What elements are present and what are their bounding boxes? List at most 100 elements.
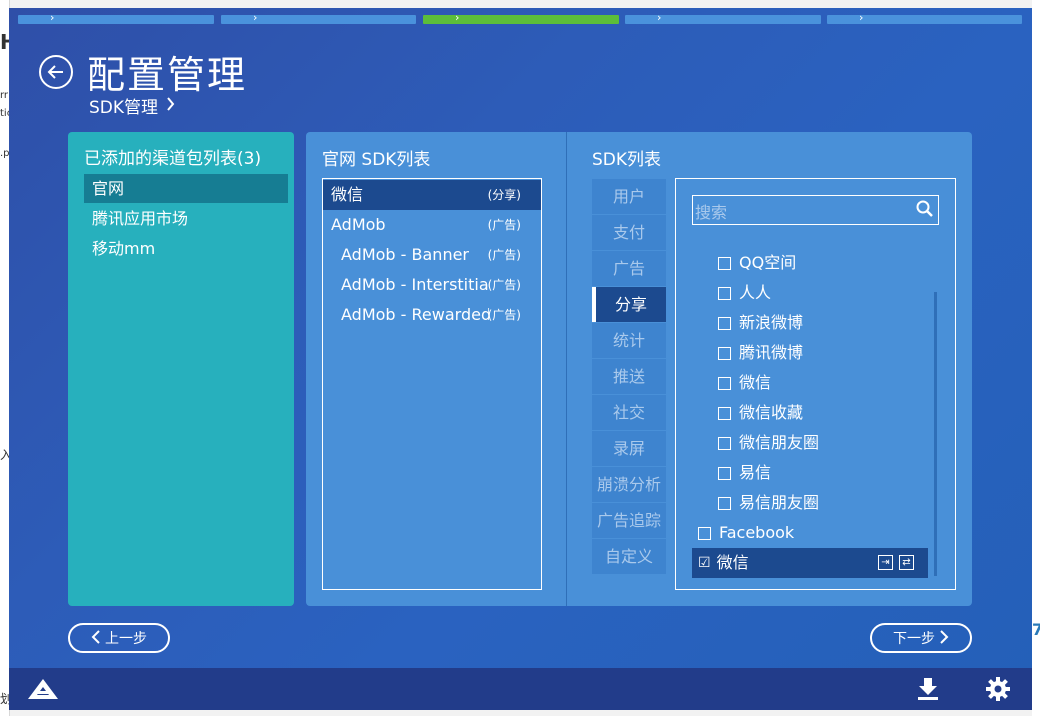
channel-item[interactable]: 移动mm: [84, 234, 288, 263]
search-icon[interactable]: [916, 200, 934, 222]
app-logo-icon: [27, 678, 59, 704]
sdk-checkbox-label: Facebook: [719, 523, 795, 542]
sdk-checkbox-item[interactable]: 腾讯微博: [718, 338, 803, 368]
checkbox-icon[interactable]: [718, 286, 731, 300]
sdk-checkbox-label: 腾讯微博: [739, 343, 804, 362]
sdk-checkbox-item[interactable]: ☑ 微信 ⇥ ⇄: [692, 548, 928, 578]
sdk-category-tabs: 用户 支付 广告 分享 统计 推送 社交 录屏 崩溃分析 广告追踪 自定义: [592, 179, 666, 575]
background-fragment: rr: [0, 90, 9, 101]
swap-icon[interactable]: ⇄: [899, 555, 914, 570]
checkbox-icon[interactable]: [718, 406, 731, 420]
sdk-checkbox-item[interactable]: 易信朋友圈: [718, 488, 819, 518]
chevron-right-icon: [939, 628, 949, 649]
breadcrumb[interactable]: SDK管理: [89, 93, 175, 118]
background-fragment: 7: [1032, 620, 1040, 639]
progress-step-4: ›: [625, 11, 821, 24]
move-in-icon[interactable]: ⇥: [878, 555, 893, 570]
tab-category[interactable]: 支付: [592, 215, 666, 250]
sdk-item-name: 微信: [331, 185, 364, 204]
checkbox-icon[interactable]: [718, 376, 731, 390]
sdk-item[interactable]: AdMob - Banner (广告): [323, 240, 541, 270]
tab-category[interactable]: 广告: [592, 251, 666, 286]
sdk-panel: 官网 SDK列表 微信 (分享) AdMob (广告) AdMob - Bann…: [306, 132, 972, 606]
sdk-checkbox-label: 微信收藏: [739, 403, 804, 422]
sdk-item-name: AdMob - Banner: [341, 245, 469, 264]
back-arrow-icon[interactable]: [39, 54, 73, 89]
sdk-checkbox-item[interactable]: QQ空间: [718, 248, 796, 278]
sdk-item-tag: (广告): [487, 278, 521, 292]
sdk-item-tag: (广告): [487, 248, 521, 262]
sdk-item[interactable]: AdMob (广告): [323, 210, 541, 240]
chevron-right-icon: ›: [859, 11, 864, 24]
channel-list-title: 已添加的渠道包列表(3): [84, 149, 262, 169]
footer-bar: [9, 668, 1032, 710]
tab-category[interactable]: 统计: [592, 323, 666, 358]
sdk-checkbox-label: QQ空间: [739, 253, 797, 272]
sdk-list-title: SDK列表: [592, 150, 662, 170]
sdk-item[interactable]: AdMob - Interstitial (广告): [323, 270, 541, 300]
sdk-item-tag: (广告): [487, 308, 521, 322]
chevron-left-icon: [91, 628, 101, 649]
sdk-checkbox-item[interactable]: 新浪微博: [718, 308, 803, 338]
progress-step-1: ›: [18, 11, 214, 24]
step-progress-bar: › › › › ›: [18, 11, 1022, 24]
sdk-checkbox-label: 人人: [739, 283, 772, 302]
channel-item[interactable]: 腾讯应用市场: [84, 204, 288, 233]
channel-sdk-list: 微信 (分享) AdMob (广告) AdMob - Banner (广告) A…: [322, 178, 542, 590]
checkbox-icon[interactable]: [698, 526, 711, 540]
tab-category[interactable]: 用户: [592, 179, 666, 214]
tab-category[interactable]: 广告追踪: [592, 503, 666, 538]
sdk-checkbox-label: 微信朋友圈: [739, 433, 820, 452]
search-input[interactable]: 搜索: [692, 195, 939, 225]
breadcrumb-label: SDK管理: [89, 98, 159, 118]
gear-icon[interactable]: [985, 676, 1011, 706]
sdk-item[interactable]: 微信 (分享): [323, 180, 541, 210]
sdk-checkbox-item[interactable]: 微信收藏: [718, 398, 803, 428]
channel-list-panel: 已添加的渠道包列表(3) 官网 腾讯应用市场 移动mm: [68, 132, 294, 606]
sdk-checklist: 搜索 QQ空间 人人 新浪微博 腾讯微博 微信 微信收藏 微信朋友圈 易信 易信…: [675, 178, 956, 590]
sdk-item-name: AdMob - Rewarded: [341, 305, 489, 324]
sdk-checkbox-item[interactable]: 易信: [718, 458, 771, 488]
sdk-checkbox-item[interactable]: Facebook: [698, 518, 794, 548]
sdk-item-tag: (分享): [487, 188, 521, 202]
chevron-right-icon: ›: [253, 11, 258, 24]
checkbox-icon[interactable]: [718, 316, 731, 330]
background-window-edge-right: 7: [1032, 0, 1040, 716]
sdk-checkbox-label: 微信: [739, 373, 772, 392]
checkbox-icon[interactable]: [718, 496, 731, 510]
chevron-right-icon: [166, 95, 175, 116]
prev-step-button[interactable]: 上一步: [68, 623, 170, 653]
channel-item[interactable]: 官网: [84, 174, 288, 203]
sdk-checkbox-item[interactable]: 人人: [718, 278, 771, 308]
checkbox-icon[interactable]: [718, 346, 731, 360]
sdk-item[interactable]: AdMob - Rewarded (广告): [323, 300, 541, 330]
sdk-checkbox-label: 易信朋友圈: [739, 493, 820, 512]
sdk-checkbox-label: 微信: [716, 553, 749, 572]
sdk-item-name: AdMob - Interstitial: [341, 275, 489, 294]
prev-step-label: 上一步: [105, 631, 147, 647]
tab-category[interactable]: 社交: [592, 395, 666, 430]
tab-category[interactable]: 推送: [592, 359, 666, 394]
sdk-checkbox-item[interactable]: 微信: [718, 368, 771, 398]
checked-checkbox-icon[interactable]: ☑: [698, 556, 711, 570]
checkbox-icon[interactable]: [718, 256, 731, 270]
tab-category[interactable]: 崩溃分析: [592, 467, 666, 502]
next-step-button[interactable]: 下一步: [870, 623, 972, 653]
tab-category[interactable]: 自定义: [592, 539, 666, 574]
search-placeholder: 搜索: [695, 203, 728, 222]
sdk-checkbox-label: 新浪微博: [739, 313, 804, 332]
sdk-item-tag: (广告): [487, 218, 521, 232]
sdk-checkbox-item[interactable]: 微信朋友圈: [718, 428, 819, 458]
config-window: › › › › › 配置管理 SDK管理 已添加的渠道包列表(3) 官网 腾讯应…: [9, 8, 1032, 710]
header: 配置管理: [39, 44, 247, 99]
sdk-item-name: AdMob: [331, 215, 386, 234]
tab-category[interactable]: 录屏: [592, 431, 666, 466]
list-scrollbar[interactable]: [934, 292, 937, 576]
tab-category[interactable]: 分享: [592, 287, 666, 322]
checkbox-icon[interactable]: [718, 436, 731, 450]
chevron-right-icon: ›: [455, 11, 460, 24]
progress-step-3: ›: [423, 11, 619, 24]
download-icon[interactable]: [915, 676, 941, 706]
checkbox-icon[interactable]: [718, 466, 731, 480]
sdk-checkbox-label: 易信: [739, 463, 772, 482]
